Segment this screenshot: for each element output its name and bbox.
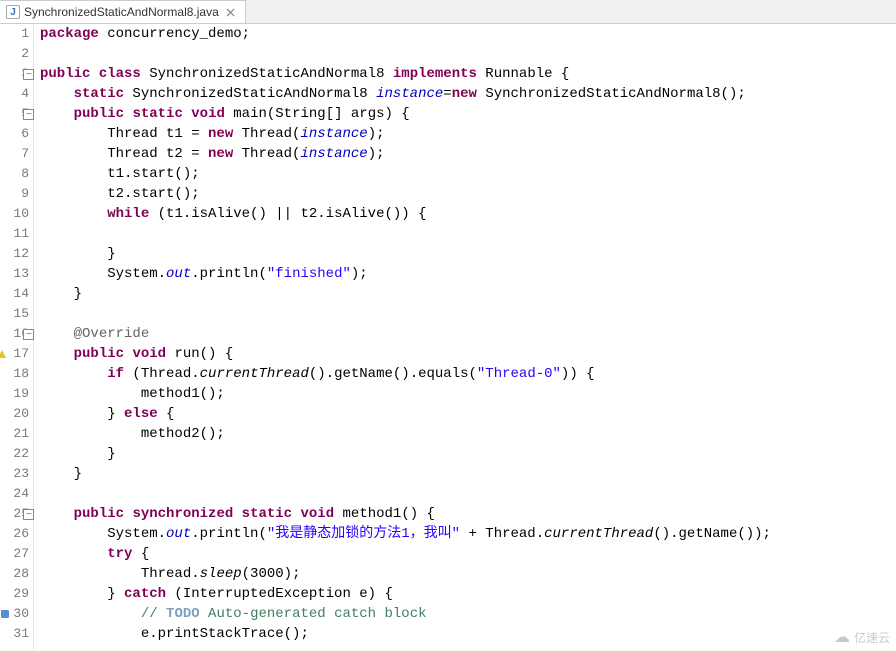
line-number: 13 (0, 264, 33, 284)
watermark: ☁ 亿速云 (834, 627, 890, 647)
code-line[interactable] (40, 304, 896, 324)
code-line[interactable]: Thread t2 = new Thread(instance); (40, 144, 896, 164)
code-line[interactable]: } else { (40, 404, 896, 424)
code-line[interactable]: Thread.sleep(3000); (40, 564, 896, 584)
line-number: 22 (0, 444, 33, 464)
line-number: 15 (0, 304, 33, 324)
line-number: 24 (0, 484, 33, 504)
line-number: 30 (0, 604, 33, 624)
code-content[interactable]: package concurrency_demo; public class S… (34, 24, 896, 651)
java-file-icon: J (6, 5, 20, 19)
line-number: 21 (0, 424, 33, 444)
code-line[interactable]: } (40, 244, 896, 264)
code-line[interactable]: System.out.println("finished"); (40, 264, 896, 284)
code-line[interactable]: } (40, 444, 896, 464)
close-icon[interactable]: ⨯ (223, 4, 239, 21)
code-line[interactable] (40, 44, 896, 64)
code-line[interactable] (40, 484, 896, 504)
tab-filename: SynchronizedStaticAndNormal8.java (24, 5, 219, 19)
line-number: 7 (0, 144, 33, 164)
line-number: 16 (0, 324, 33, 344)
editor-tab[interactable]: J SynchronizedStaticAndNormal8.java ⨯ (0, 0, 246, 23)
line-number: 6 (0, 124, 33, 144)
line-number: 25 (0, 504, 33, 524)
code-line[interactable]: while (t1.isAlive() || t2.isAlive()) { (40, 204, 896, 224)
line-number: 3 (0, 64, 33, 84)
line-number: 18 (0, 364, 33, 384)
line-number: 12 (0, 244, 33, 264)
line-number: 19 (0, 384, 33, 404)
code-line[interactable]: t2.start(); (40, 184, 896, 204)
line-number: 4 (0, 84, 33, 104)
line-number: 26 (0, 524, 33, 544)
line-number: 8 (0, 164, 33, 184)
editor-tab-bar: J SynchronizedStaticAndNormal8.java ⨯ (0, 0, 896, 24)
code-line[interactable]: static SynchronizedStaticAndNormal8 inst… (40, 84, 896, 104)
line-number: 10 (0, 204, 33, 224)
code-line[interactable]: Thread t1 = new Thread(instance); (40, 124, 896, 144)
line-number: 31 (0, 624, 33, 644)
line-number: 27 (0, 544, 33, 564)
code-editor[interactable]: 1234567891011121314151617181920212223242… (0, 24, 896, 651)
code-line[interactable]: package concurrency_demo; (40, 24, 896, 44)
line-number-gutter: 1234567891011121314151617181920212223242… (0, 24, 34, 651)
code-line[interactable]: public void run() { (40, 344, 896, 364)
line-number: 29 (0, 584, 33, 604)
code-line[interactable]: e.printStackTrace(); (40, 624, 896, 644)
line-number: 17 (0, 344, 33, 364)
line-number: 11 (0, 224, 33, 244)
code-line[interactable]: if (Thread.currentThread().getName().equ… (40, 364, 896, 384)
code-line[interactable]: // TODO Auto-generated catch block (40, 604, 896, 624)
line-number: 14 (0, 284, 33, 304)
code-line[interactable]: } (40, 464, 896, 484)
code-line[interactable] (40, 224, 896, 244)
code-line[interactable]: public synchronized static void method1(… (40, 504, 896, 524)
code-line[interactable]: method1(); (40, 384, 896, 404)
watermark-text: 亿速云 (854, 629, 890, 646)
code-line[interactable]: } (40, 284, 896, 304)
line-number: 23 (0, 464, 33, 484)
line-number: 1 (0, 24, 33, 44)
line-number: 9 (0, 184, 33, 204)
line-number: 2 (0, 44, 33, 64)
code-line[interactable]: try { (40, 544, 896, 564)
code-line[interactable]: System.out.println("我是静态加锁的方法1，我叫" + Thr… (40, 524, 896, 544)
code-line[interactable]: } catch (InterruptedException e) { (40, 584, 896, 604)
cloud-icon: ☁ (834, 627, 850, 647)
code-line[interactable]: public class SynchronizedStaticAndNormal… (40, 64, 896, 84)
line-number: 20 (0, 404, 33, 424)
code-line[interactable]: method2(); (40, 424, 896, 444)
line-number: 28 (0, 564, 33, 584)
code-line[interactable]: public static void main(String[] args) { (40, 104, 896, 124)
line-number: 5 (0, 104, 33, 124)
code-line[interactable]: t1.start(); (40, 164, 896, 184)
code-line[interactable]: @Override (40, 324, 896, 344)
